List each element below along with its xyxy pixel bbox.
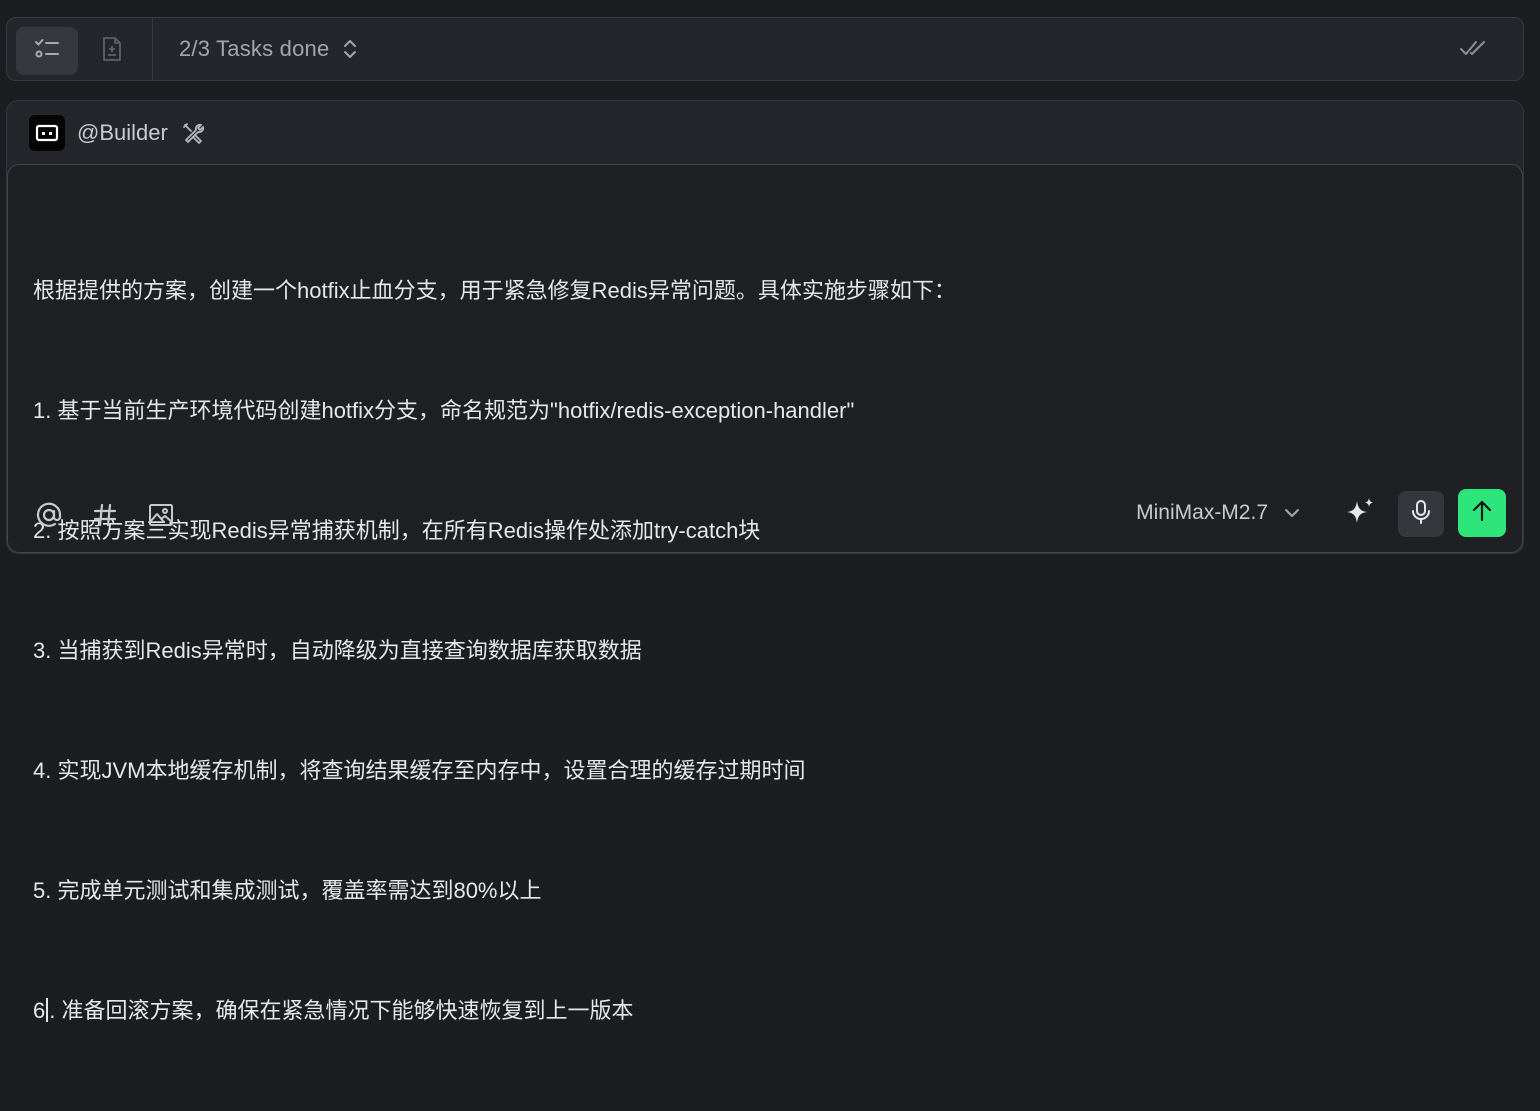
- chat-composer-panel: @Builder 根据提供的方案，创建一个hotfix止血分支，用于紧急修复Re…: [6, 100, 1524, 1023]
- model-name: MiniMax-M2.7: [1136, 501, 1268, 524]
- task-list-toggle-button[interactable]: [16, 27, 78, 75]
- prompt-line-rest: . 准备回滚方案，确保在紧急情况下能够快速恢复到上一版本: [49, 998, 634, 1023]
- mark-all-done-button[interactable]: [1459, 38, 1487, 63]
- prompt-text-area[interactable]: 根据提供的方案，创建一个hotfix止血分支，用于紧急修复Redis异常问题。具…: [33, 191, 1502, 1111]
- prompt-line: 3. 当捕获到Redis异常时，自动降级为直接查询数据库获取数据: [33, 638, 642, 663]
- microphone-icon: [1410, 499, 1432, 530]
- prompt-input-box[interactable]: 根据提供的方案，创建一个hotfix止血分支，用于紧急修复Redis异常问题。具…: [7, 164, 1523, 1023]
- prompt-line: 4. 实现JVM本地缓存机制，将查询结果缓存至内存中，设置合理的缓存过期时间: [33, 758, 806, 783]
- prompt-line: 1. 基于当前生产环境代码创建hotfix分支，命名规范为"hotfix/red…: [33, 398, 855, 423]
- text-caret: [46, 998, 49, 1022]
- task-status-bar: 2/3 Tasks done: [6, 17, 1524, 81]
- agent-header: @Builder: [29, 115, 205, 151]
- model-selector[interactable]: MiniMax-M2.7: [1136, 496, 1300, 530]
- robot-avatar-icon: [29, 115, 65, 151]
- chevron-down-icon: [1284, 508, 1300, 518]
- sparkle-icon[interactable]: [1342, 494, 1378, 530]
- send-arrow-icon: [1471, 499, 1493, 528]
- prompt-line-last: 6. 准备回滚方案，确保在紧急情况下能够快速恢复到上一版本: [33, 991, 1502, 1031]
- sort-chevron-icon: [343, 38, 357, 60]
- prompt-line-prefix: 6: [33, 998, 46, 1023]
- image-icon[interactable]: [142, 496, 180, 534]
- hashtag-icon[interactable]: [86, 496, 124, 534]
- prompt-line: 根据提供的方案，创建一个hotfix止血分支，用于紧急修复Redis异常问题。具…: [33, 278, 956, 303]
- checklist-icon: [34, 37, 60, 66]
- task-progress-label: 2/3 Tasks done: [179, 36, 330, 61]
- add-file-button[interactable]: [81, 27, 143, 75]
- task-progress-selector[interactable]: 2/3 Tasks done: [179, 18, 357, 80]
- mention-icon[interactable]: [30, 496, 68, 534]
- tools-icon[interactable]: [181, 121, 205, 145]
- send-button[interactable]: [1458, 489, 1506, 537]
- composer-left-tools: [30, 496, 180, 534]
- voice-input-button[interactable]: [1398, 491, 1444, 537]
- agent-name: @Builder: [77, 120, 168, 145]
- check-all-icon: [1459, 38, 1487, 63]
- prompt-line: 5. 完成单元测试和集成测试，覆盖率需达到80%以上: [33, 878, 542, 903]
- add-file-icon: [100, 36, 124, 67]
- toolbar-divider: [152, 18, 153, 80]
